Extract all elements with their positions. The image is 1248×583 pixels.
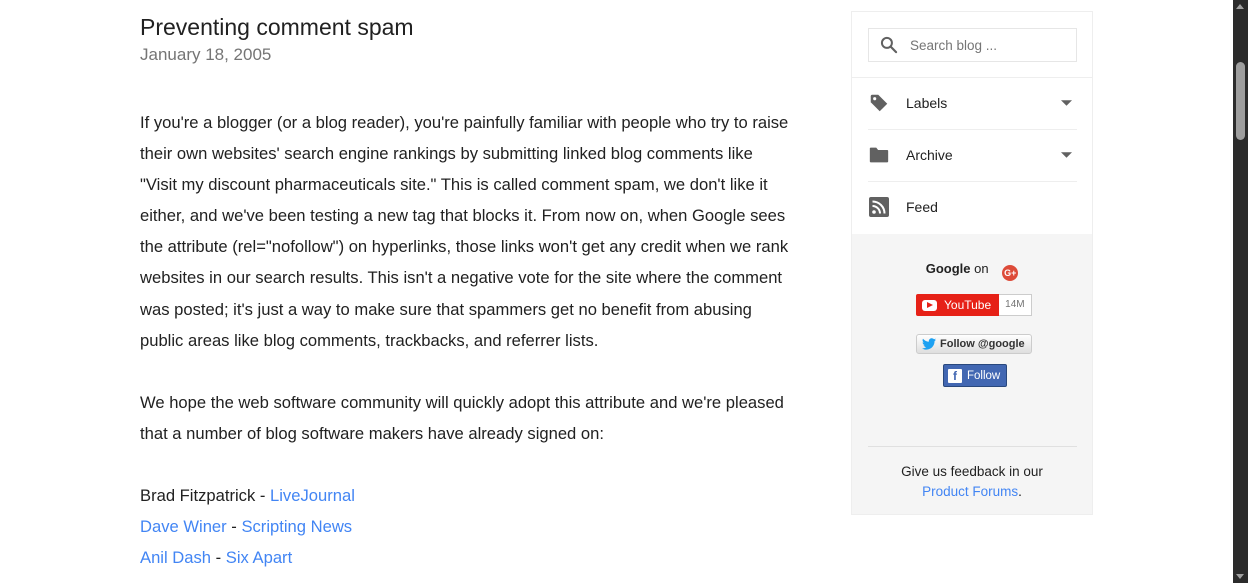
search-box[interactable] [868,28,1077,62]
chevron-down-icon [1061,100,1072,106]
scroll-up-arrow-icon[interactable] [1236,4,1244,9]
post-paragraph-1: If you're a blogger (or a blog reader), … [140,113,789,350]
rss-icon [868,196,890,218]
page: Preventing comment spam January 18, 2005… [0,0,1248,583]
google-plus-icon[interactable]: G+ [1002,265,1019,281]
sidebar-item-label: Feed [906,199,938,215]
google-on-heading: Google on G+ [852,261,1092,281]
folder-icon [868,144,890,166]
signer-org-link[interactable]: Scripting News [241,517,352,536]
search-icon [880,36,898,54]
signer-name-link[interactable]: Anil Dash [140,548,211,567]
signer-name: Brad Fitzpatrick [140,486,256,506]
vertical-scrollbar[interactable] [1233,0,1248,583]
social-panel: Google on G+ YouTube 14M Follow @google … [852,234,1092,514]
search-input[interactable] [908,36,1062,54]
divider [868,446,1077,447]
sidebar-item-label: Archive [906,147,953,163]
feedback-text: Give us feedback in our Product Forums. [852,462,1092,501]
post-date: January 18, 2005 [140,45,272,64]
signer-line-1: Brad Fitzpatrick - LiveJournal [140,480,790,511]
on-text: on [974,261,989,276]
sidebar-item-label: Labels [906,95,948,111]
signer-line-2: Dave Winer - Scripting News [140,511,790,542]
youtube-subscriber-count: 14M [999,294,1032,316]
scroll-down-arrow-icon[interactable] [1236,574,1244,579]
facebook-icon: f [948,368,962,383]
post-paragraph-2: We hope the web software community will … [140,392,784,443]
facebook-follow-button[interactable]: f Follow [943,364,1008,387]
feedback-suffix: . [1018,483,1022,499]
sidebar-item-labels[interactable]: Labels [868,77,1077,129]
google-brand: Google [925,261,971,276]
product-forums-link[interactable]: Product Forums [922,484,1018,499]
facebook-follow-label: Follow [967,369,1001,382]
youtube-play-icon [922,299,937,311]
signer-org-link[interactable]: LiveJournal [270,486,355,505]
signer-org-link[interactable]: Six Apart [226,548,292,567]
youtube-label: YouTube [944,298,992,312]
scrollbar-thumb[interactable] [1236,62,1245,140]
sidebar: Labels Archive Feed Google on G+ [851,11,1093,515]
post-body: If you're a blogger (or a blog reader), … [140,107,790,573]
post-title[interactable]: Preventing comment spam [140,12,790,42]
twitter-follow-button[interactable]: Follow @google [916,334,1032,354]
signer-line-3: Anil Dash - Six Apart [140,542,790,573]
chevron-down-icon [1061,152,1072,158]
twitter-follow-label: Follow @google [940,338,1025,350]
signer-separator: - [255,486,271,506]
signer-name-link[interactable]: Dave Winer [140,517,227,536]
signer-separator: - [226,517,242,537]
tag-icon [868,92,890,114]
sidebar-item-archive[interactable]: Archive [868,129,1077,181]
youtube-subscribe-button[interactable]: YouTube 14M [916,294,1032,316]
sidebar-item-feed[interactable]: Feed [868,181,1077,233]
signer-separator: - [211,548,226,568]
feedback-prefix: Give us feedback in our [901,464,1043,479]
twitter-bird-icon [922,338,936,350]
blog-post: Preventing comment spam January 18, 2005… [140,12,790,573]
